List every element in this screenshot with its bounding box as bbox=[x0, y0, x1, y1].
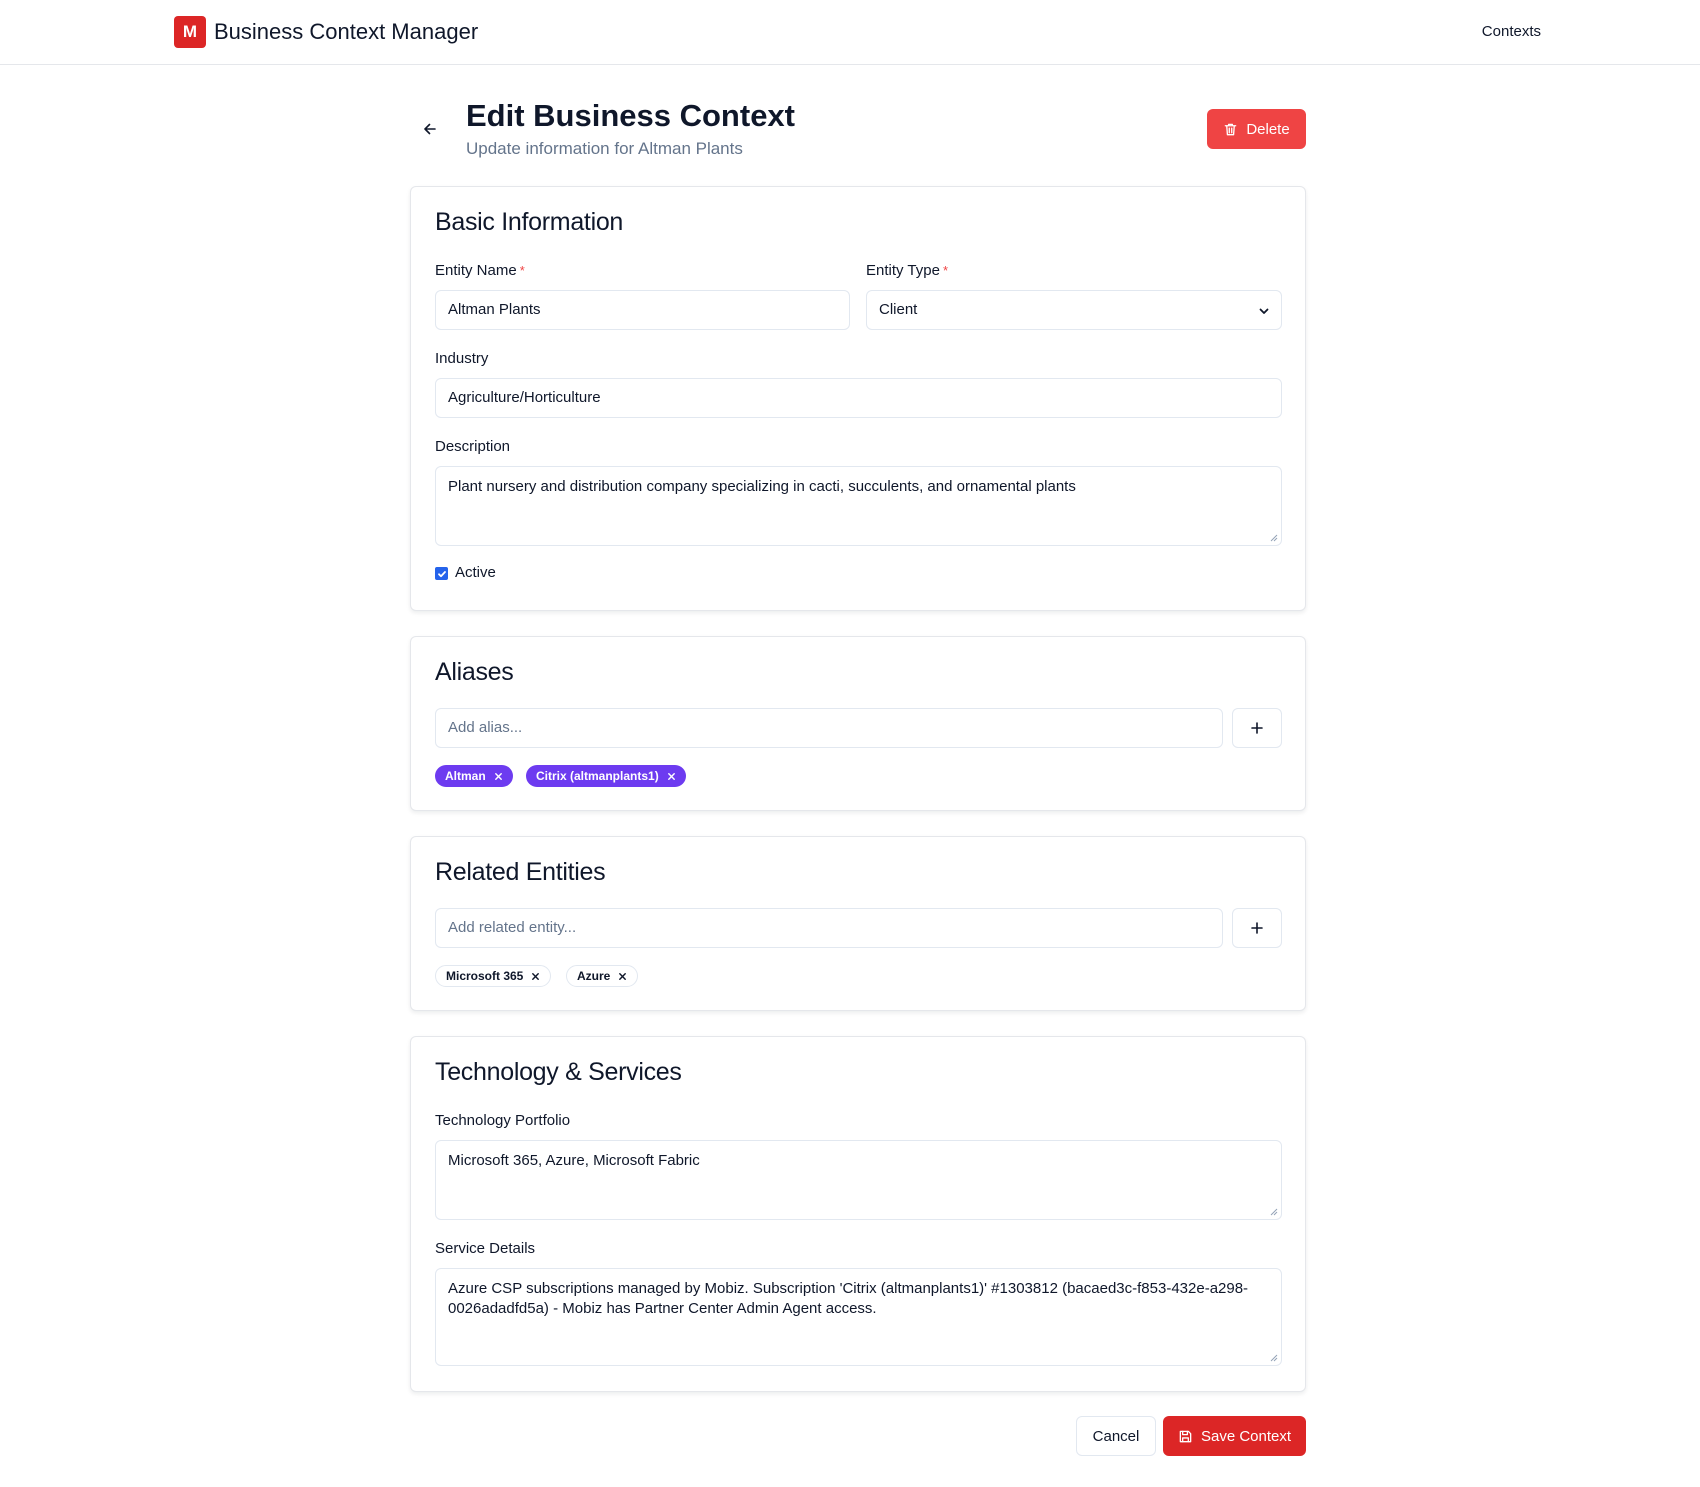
industry-input[interactable]: Agriculture/Horticulture bbox=[435, 378, 1282, 418]
aliases-card: Aliases Add alias... Altman Citrix (altm… bbox=[410, 636, 1306, 811]
related-entity-chip: Microsoft 365 bbox=[435, 965, 552, 987]
technology-portfolio-textarea[interactable]: Microsoft 365, Azure, Microsoft Fabric bbox=[435, 1140, 1282, 1220]
related-entity-chip: Azure bbox=[566, 965, 639, 987]
entity-name-input[interactable]: Altman Plants bbox=[435, 290, 850, 330]
add-related-entity-button[interactable] bbox=[1232, 908, 1282, 948]
basic-information-title: Basic Information bbox=[435, 208, 624, 236]
alias-chip: Citrix (altmanplants1) bbox=[526, 765, 686, 787]
aliases-title: Aliases bbox=[435, 658, 514, 686]
save-icon bbox=[1179, 1430, 1192, 1442]
resize-grip-icon[interactable] bbox=[1270, 1354, 1278, 1362]
description-text: Plant nursery and distribution company s… bbox=[448, 478, 1076, 495]
chevron-down-icon bbox=[1259, 308, 1269, 314]
description-label: Description bbox=[435, 438, 511, 455]
close-icon bbox=[494, 772, 502, 780]
nav-link-contexts[interactable]: Contexts bbox=[1482, 22, 1541, 42]
close-icon bbox=[532, 972, 540, 980]
delete-button[interactable]: Delete bbox=[1207, 109, 1306, 149]
related-entities-card: Related Entities Add related entity... M… bbox=[410, 836, 1306, 1011]
alias-input[interactable]: Add alias... bbox=[435, 708, 1223, 748]
related-entities-title: Related Entities bbox=[435, 858, 606, 886]
close-icon bbox=[667, 772, 675, 780]
cancel-button[interactable]: Cancel bbox=[1076, 1416, 1156, 1456]
page-subtitle: Update information for Altman Plants bbox=[466, 139, 743, 158]
app-title: Business Context Manager bbox=[214, 19, 479, 44]
active-checkbox[interactable] bbox=[435, 567, 448, 580]
technology-portfolio-label: Technology Portfolio bbox=[435, 1112, 571, 1129]
industry-label: Industry bbox=[435, 350, 489, 367]
resize-grip-icon[interactable] bbox=[1270, 534, 1278, 542]
service-details-textarea[interactable]: Azure CSP subscriptions managed by Mobiz… bbox=[435, 1268, 1282, 1366]
related-entity-chip-label: Microsoft 365 bbox=[446, 969, 524, 983]
plus-icon bbox=[1251, 922, 1263, 934]
top-navigation-bar: M Business Context Manager Contexts bbox=[0, 0, 1700, 65]
delete-button-label: Delete bbox=[1246, 120, 1290, 138]
arrow-left-icon bbox=[424, 123, 436, 135]
entity-name-label: Entity Name * bbox=[435, 262, 525, 279]
checkmark-icon bbox=[437, 570, 446, 577]
description-textarea[interactable]: Plant nursery and distribution company s… bbox=[435, 466, 1282, 546]
remove-related-entity-button[interactable] bbox=[531, 972, 540, 981]
app-logo: M bbox=[174, 16, 206, 48]
back-button[interactable] bbox=[418, 117, 442, 141]
technology-services-card: Technology & Services Technology Portfol… bbox=[410, 1036, 1306, 1392]
save-context-label: Save Context bbox=[1200, 1427, 1292, 1445]
required-marker: * bbox=[942, 263, 948, 278]
technology-portfolio-text: Microsoft 365, Azure, Microsoft Fabric bbox=[448, 1152, 700, 1169]
plus-icon bbox=[1251, 722, 1263, 734]
trash-icon bbox=[1225, 123, 1237, 135]
remove-related-entity-button[interactable] bbox=[618, 972, 627, 981]
entity-type-select[interactable]: Client bbox=[866, 290, 1282, 330]
active-label[interactable]: Active bbox=[455, 563, 496, 583]
remove-alias-button[interactable] bbox=[494, 772, 503, 781]
alias-chip-label: Citrix (altmanplants1) bbox=[536, 769, 659, 783]
close-icon bbox=[619, 972, 627, 980]
save-context-button[interactable]: Save Context bbox=[1163, 1416, 1306, 1456]
entity-type-label: Entity Type * bbox=[866, 262, 948, 279]
required-marker: * bbox=[519, 263, 525, 278]
remove-alias-button[interactable] bbox=[667, 772, 676, 781]
service-details-label: Service Details bbox=[435, 1240, 536, 1257]
entity-type-selected-value: Client bbox=[879, 301, 918, 318]
alias-chip: Altman bbox=[435, 765, 513, 787]
page-title: Edit Business Context bbox=[466, 98, 795, 133]
basic-information-card: Basic Information Entity Name * Altman Pl… bbox=[410, 186, 1306, 611]
add-alias-button[interactable] bbox=[1232, 708, 1282, 748]
alias-chip-label: Altman bbox=[445, 769, 486, 783]
related-entity-chip-label: Azure bbox=[577, 969, 611, 983]
resize-grip-icon[interactable] bbox=[1270, 1208, 1278, 1216]
technology-services-title: Technology & Services bbox=[435, 1058, 682, 1086]
service-details-text: Azure CSP subscriptions managed by Mobiz… bbox=[448, 1280, 1249, 1317]
related-entity-input[interactable]: Add related entity... bbox=[435, 908, 1223, 948]
